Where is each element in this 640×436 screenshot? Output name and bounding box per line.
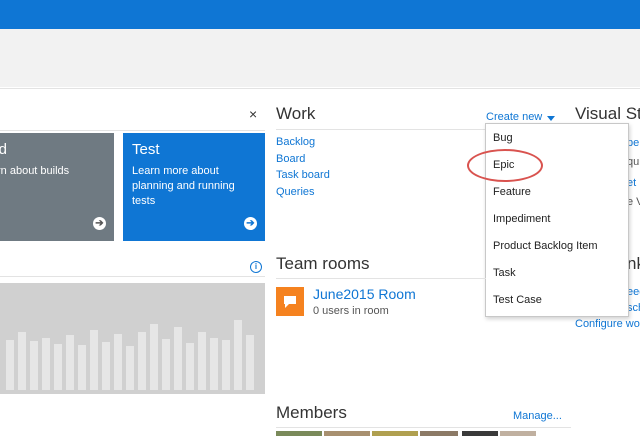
section-divider xyxy=(276,278,486,279)
avatar[interactable] xyxy=(500,431,536,436)
create-new-button[interactable]: Create new xyxy=(486,111,542,123)
chart-bar xyxy=(210,338,218,390)
avatar[interactable] xyxy=(276,431,322,436)
menu-item-bug[interactable]: Bug xyxy=(493,132,513,144)
build-tile-title: ild xyxy=(0,141,8,158)
chart-bar xyxy=(234,320,242,390)
top-navigation-bar xyxy=(0,0,640,29)
menu-item-test-case[interactable]: Test Case xyxy=(493,294,542,306)
section-divider xyxy=(0,276,265,277)
chart-bar xyxy=(126,346,134,390)
chart-bar xyxy=(66,335,74,390)
chat-room-icon[interactable] xyxy=(276,287,304,316)
chart-bar xyxy=(186,343,194,390)
work-link-queries[interactable]: Queries xyxy=(276,186,315,198)
configure-link[interactable]: Configure wo xyxy=(575,318,640,330)
chart-bar xyxy=(150,324,158,390)
test-tile[interactable]: Test Learn more about planning and runni… xyxy=(123,133,265,241)
chart-bar xyxy=(222,340,230,390)
section-divider xyxy=(0,130,265,131)
menu-item-feature[interactable]: Feature xyxy=(493,186,531,198)
team-rooms-title: Team rooms xyxy=(276,254,370,273)
section-divider xyxy=(276,427,571,428)
chart-bar xyxy=(90,330,98,390)
visual-studio-section-title: Visual Stu xyxy=(575,104,640,123)
members-title: Members xyxy=(276,403,347,422)
room-users-count: 0 users in room xyxy=(313,305,389,317)
highlight-ring xyxy=(467,149,543,182)
avatar[interactable] xyxy=(420,431,458,436)
chart-bar xyxy=(102,342,110,390)
avatar[interactable] xyxy=(462,431,498,436)
chart-bar xyxy=(78,345,86,390)
test-tile-title: Test xyxy=(132,141,160,158)
work-section-title: Work xyxy=(276,104,316,123)
chart-bar xyxy=(6,340,14,390)
info-icon[interactable]: i xyxy=(250,261,262,273)
work-link-task-board[interactable]: Task board xyxy=(276,169,330,181)
menu-item-product-backlog-item[interactable]: Product Backlog Item xyxy=(493,240,598,252)
chart-bar xyxy=(162,339,170,390)
arrow-right-icon[interactable]: ➔ xyxy=(93,217,106,230)
work-link-backlog[interactable]: Backlog xyxy=(276,136,315,148)
header-divider xyxy=(0,88,640,89)
chart-bar xyxy=(42,338,50,390)
menu-item-task[interactable]: Task xyxy=(493,267,516,279)
chart-bar xyxy=(30,341,38,390)
room-name-link[interactable]: June2015 Room xyxy=(313,286,416,302)
chart-bar xyxy=(114,334,122,390)
avatar[interactable] xyxy=(372,431,418,436)
chart-bar xyxy=(174,327,182,390)
chart-bar xyxy=(198,332,206,390)
chart-bar xyxy=(138,332,146,390)
menu-item-impediment[interactable]: Impediment xyxy=(493,213,550,225)
test-tile-description: Learn more about planning and running te… xyxy=(132,165,235,207)
avatar[interactable] xyxy=(324,431,370,436)
build-tile[interactable]: ild rn about builds ➔ xyxy=(0,133,114,241)
sub-header-bar xyxy=(0,29,640,87)
build-tile-description: rn about builds xyxy=(0,165,70,177)
work-link-board[interactable]: Board xyxy=(276,153,305,165)
chart-bar xyxy=(54,344,62,390)
build-chart-panel xyxy=(0,283,265,394)
arrow-right-icon[interactable]: ➔ xyxy=(244,217,257,230)
chevron-down-icon[interactable] xyxy=(547,116,555,121)
close-icon[interactable]: × xyxy=(249,106,257,122)
manage-members-link[interactable]: Manage... xyxy=(513,410,562,422)
chart-bar xyxy=(18,332,26,390)
chart-bar xyxy=(246,335,254,390)
